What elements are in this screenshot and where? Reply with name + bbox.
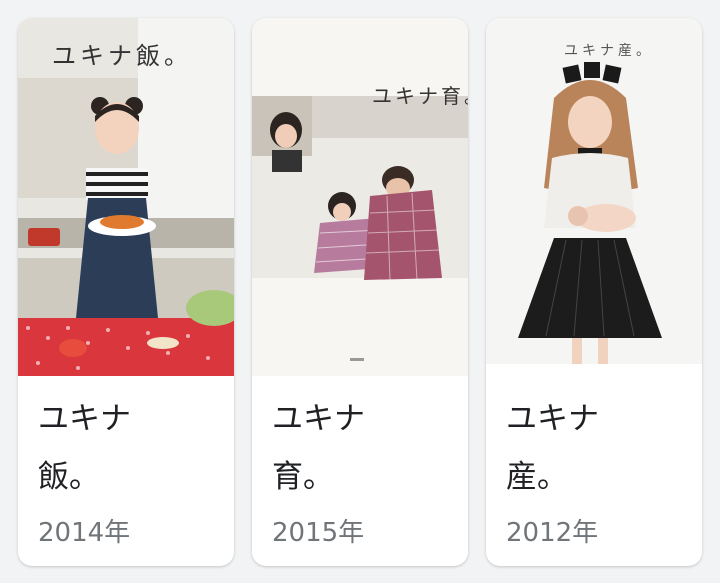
cover-title-text: ユキナ飯。 xyxy=(52,42,192,70)
book-title-line: 飯。 xyxy=(38,459,100,495)
book-year: 2014年 xyxy=(38,518,131,548)
book-card[interactable]: ユキナ産。 ユキナ 産。 2012年 xyxy=(486,18,702,566)
card-body: ユキナ 育。 2015年 xyxy=(272,390,456,549)
book-title-line: ユキナ xyxy=(272,401,365,437)
book-title-line: ユキナ xyxy=(506,401,599,437)
card-body: ユキナ 産。 2012年 xyxy=(506,390,690,549)
book-carousel: ユキナ飯。 ユキナ 飯。 2014年 ユキナ育 ユキナ 育。 2015年 ユキナ… xyxy=(0,0,720,583)
card-body: ユキナ 飯。 2014年 xyxy=(38,390,222,549)
book-year: 2015年 xyxy=(272,518,365,548)
cover-illustration xyxy=(252,18,468,376)
book-title-line: ユキナ xyxy=(38,401,131,437)
book-year: 2012年 xyxy=(506,518,599,548)
book-title: ユキナ 育。 xyxy=(272,390,456,506)
book-cover-image: ユキナ育。 xyxy=(252,18,468,376)
book-cover-image: ユキナ産。 xyxy=(486,18,702,364)
book-card[interactable]: ユキナ育。 ユキナ 育。 2015年 xyxy=(252,18,468,566)
cover-illustration xyxy=(18,18,234,376)
book-title-line: 育。 xyxy=(272,459,334,495)
book-card[interactable]: ユキナ飯。 ユキナ 飯。 2014年 xyxy=(18,18,234,566)
cover-title-text: ユキナ産。 xyxy=(564,43,654,59)
book-title: ユキナ 産。 xyxy=(506,390,690,506)
book-title: ユキナ 飯。 xyxy=(38,390,222,506)
cover-title-text: ユキナ育。 xyxy=(372,84,468,108)
book-title-line: 産。 xyxy=(506,459,568,495)
cover-illustration xyxy=(486,18,702,364)
book-cover-image: ユキナ飯。 xyxy=(18,18,234,376)
